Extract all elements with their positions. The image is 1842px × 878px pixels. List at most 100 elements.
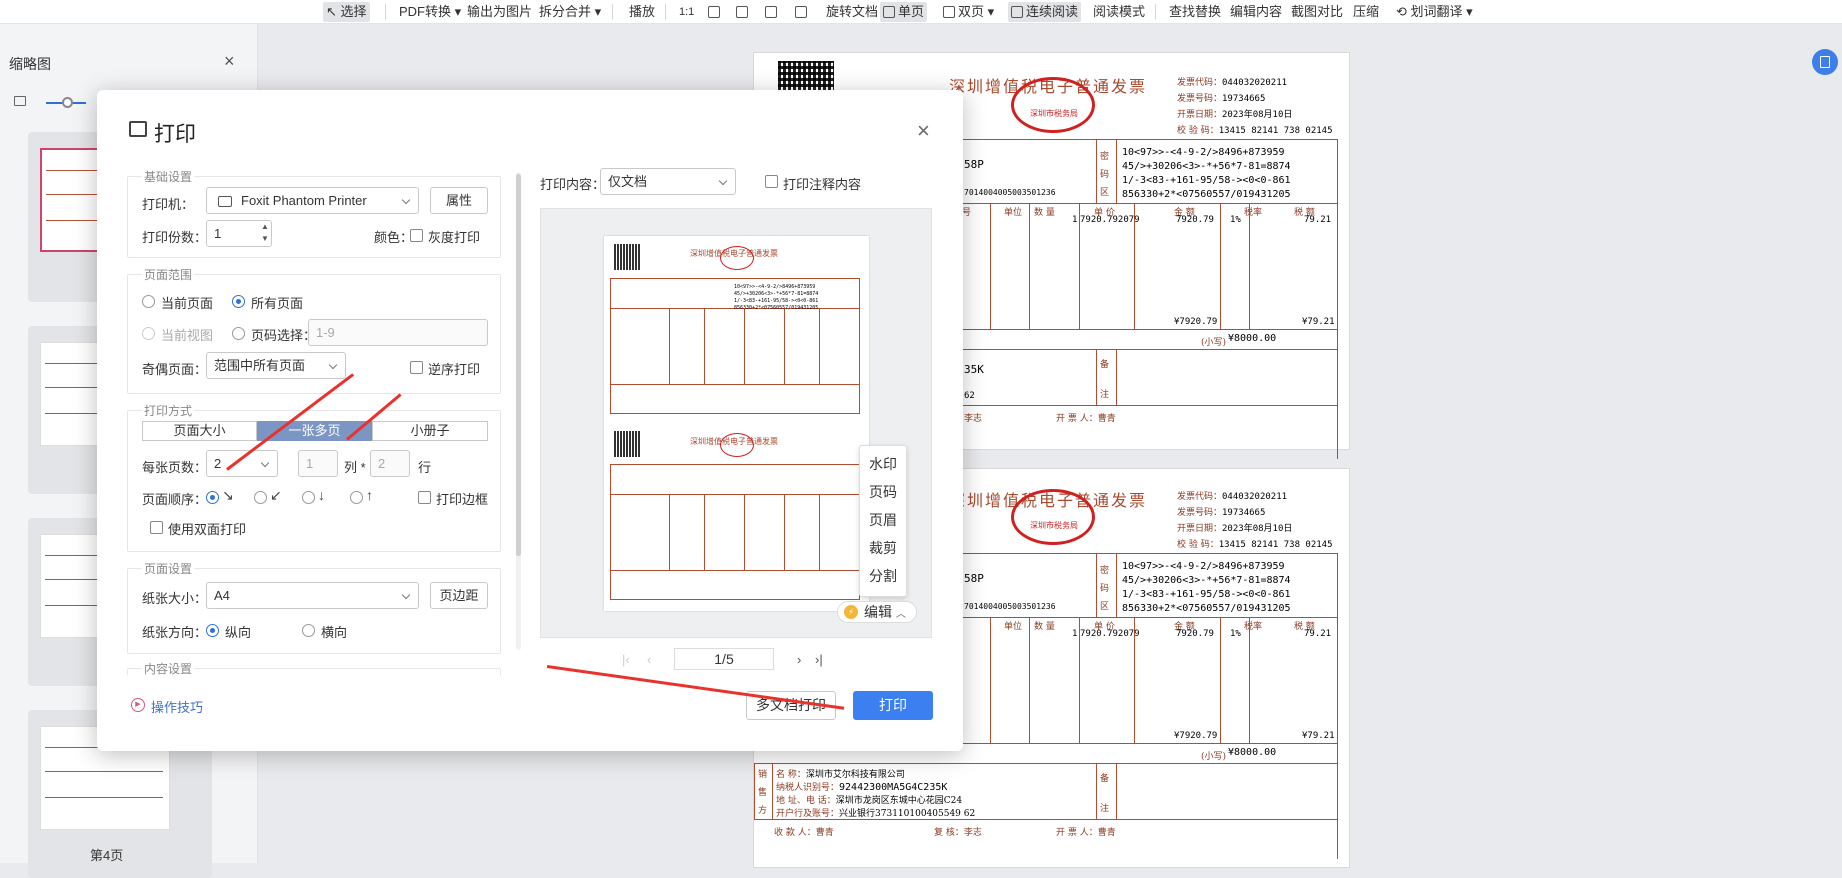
printer-select[interactable]: Foxit Phantom Printer: [206, 187, 419, 214]
single-page-button[interactable]: 单页: [880, 2, 928, 22]
find-replace-button[interactable]: 查找替换: [1166, 2, 1224, 22]
tab-page-size[interactable]: 页面大小: [142, 421, 257, 441]
top-toolbar: ↖ 选择 PDF转换 ▾ 输出为图片 拆分合并 ▾ 播放 1:1 旋转文档 单页…: [0, 0, 1842, 24]
basic-settings-group: 基础设置 打印机： Foxit Phantom Printer 属性 打印份数：…: [127, 168, 501, 258]
chevron-up-icon[interactable]: ▲: [261, 222, 269, 231]
paper-size-select[interactable]: A4: [206, 582, 419, 609]
toolbar-divider: [612, 4, 613, 20]
menu-item-split[interactable]: 分割: [860, 562, 906, 590]
actual-size-icon[interactable]: 1:1: [676, 2, 697, 22]
rotate-right-icon[interactable]: [792, 2, 813, 22]
duplex-checkbox[interactable]: [150, 521, 163, 534]
translate-button[interactable]: ⟲ 划词翻译 ▾: [1393, 2, 1476, 22]
all-pages-radio[interactable]: [232, 295, 245, 308]
dialog-title: 打印: [154, 123, 196, 146]
rows-input[interactable]: 2: [370, 450, 410, 477]
tax-seal: 深圳市税务局: [1011, 77, 1095, 133]
properties-button[interactable]: 属性: [430, 187, 488, 214]
qr-code: [614, 244, 640, 270]
select-tool-button[interactable]: ↖ 选择: [323, 2, 370, 22]
rotate-left-icon[interactable]: [762, 2, 783, 22]
tax-seal: 深圳市税务局: [1011, 489, 1095, 545]
odd-even-select[interactable]: 范围中所有页面: [206, 352, 346, 379]
print-annotations-checkbox[interactable]: [765, 175, 778, 188]
next-page-button[interactable]: ›: [797, 652, 801, 667]
screenshot-compare-button[interactable]: 截图对比: [1288, 2, 1346, 22]
close-icon[interactable]: ×: [917, 118, 930, 144]
page-indicator[interactable]: 1/5: [674, 648, 774, 670]
order-reverse-vertical-radio[interactable]: [350, 491, 363, 504]
play-icon[interactable]: ▶: [131, 698, 145, 712]
translate-icon: ⟲: [1396, 4, 1407, 19]
page-setup-group: 页面设置 纸张大小： A4 页边距 纸张方向： 纵向 横向: [127, 560, 501, 654]
menu-item-header[interactable]: 页眉: [860, 506, 906, 534]
zoom-slider-handle[interactable]: [62, 97, 73, 108]
printer-icon: [218, 196, 232, 207]
chevron-down-icon[interactable]: ▼: [261, 234, 269, 243]
print-mode-group: 打印方式 页面大小 一张多页 小册子 每张页数： 2 1 列 * 2 行 页面顺…: [127, 402, 501, 552]
split-merge-button[interactable]: 拆分合并 ▾: [536, 2, 604, 22]
tips-link[interactable]: 操作技巧: [151, 697, 203, 716]
single-page-icon: [883, 6, 895, 18]
page-select-radio[interactable]: [232, 327, 245, 340]
toolbar-divider: [665, 4, 666, 20]
reverse-n-order-icon: ↑: [366, 487, 373, 503]
document-icon: [1820, 56, 1830, 68]
invoice-check-label: 校 验 码：13415 82141 738 02145: [1177, 126, 1333, 136]
print-content-select[interactable]: 仅文档: [600, 168, 736, 195]
fit-page-icon[interactable]: [705, 2, 726, 22]
compress-button[interactable]: 压缩: [1350, 2, 1382, 22]
menu-item-page-number[interactable]: 页码: [860, 478, 906, 506]
qr-code: [778, 61, 834, 93]
tab-booklet[interactable]: 小册子: [372, 421, 488, 441]
pdf-convert-button[interactable]: PDF转换 ▾: [396, 2, 464, 22]
tax-seal: [720, 433, 754, 457]
read-mode-button[interactable]: 阅读模式: [1090, 2, 1148, 22]
prev-page-button[interactable]: ‹: [647, 652, 651, 667]
last-page-button[interactable]: ›|: [815, 652, 823, 667]
page-range-group: 页面范围 当前页面 所有页面 当前视图 页码选择： 1-9 奇偶页面： 范围中所…: [127, 266, 501, 394]
tax-seal: [720, 246, 754, 270]
menu-item-watermark[interactable]: 水印: [860, 450, 906, 478]
cipher-line: 856330+2*<07560557/019431205: [1122, 189, 1291, 200]
print-dialog: 打印 × 基础设置 打印机： Foxit Phantom Printer 属性 …: [97, 90, 963, 751]
play-button[interactable]: 播放: [626, 2, 658, 22]
pages-per-sheet-select[interactable]: 2: [206, 450, 278, 477]
edit-context-menu: 水印 页码 页眉 裁剪 分割: [859, 445, 907, 597]
invoice-table: [610, 464, 860, 600]
z-order-icon: ↘: [222, 487, 234, 503]
print-border-checkbox[interactable]: [418, 491, 431, 504]
close-icon[interactable]: ×: [224, 51, 235, 72]
fit-width-icon[interactable]: [733, 2, 754, 22]
portrait-radio[interactable]: [206, 624, 219, 637]
grayscale-checkbox[interactable]: [410, 229, 423, 242]
continuous-icon: [1011, 6, 1023, 18]
rotate-document-button[interactable]: 旋转文档: [823, 2, 881, 22]
first-page-button[interactable]: |‹: [622, 652, 630, 667]
page-range-input[interactable]: 1-9: [308, 319, 488, 346]
floating-tool-button[interactable]: [1812, 49, 1838, 75]
toolbar-divider: [1155, 4, 1156, 20]
invoice-code-label: 发票代码：044032020211: [1177, 78, 1288, 88]
continuous-read-button[interactable]: 连续阅读: [1008, 2, 1082, 22]
order-vertical-radio[interactable]: [302, 491, 315, 504]
order-horizontal-radio[interactable]: [206, 491, 219, 504]
margins-button[interactable]: 页边距: [430, 582, 488, 609]
print-button[interactable]: 打印: [853, 691, 933, 720]
edit-content-button[interactable]: 编辑内容: [1227, 2, 1285, 22]
columns-input[interactable]: 1: [298, 450, 338, 477]
preview-sheet: 深圳增值税电子普通发票 10<97>>-<4-9-2/>8496+873959 …: [604, 236, 869, 611]
image-icon[interactable]: [14, 96, 26, 106]
landscape-radio[interactable]: [302, 624, 315, 637]
export-image-button[interactable]: 输出为图片: [464, 2, 535, 22]
edit-button[interactable]: ⚡ 编辑 ︿: [837, 601, 917, 623]
current-page-radio[interactable]: [142, 295, 155, 308]
reverse-order-checkbox[interactable]: [410, 361, 423, 374]
annotation-arrow: [546, 665, 845, 710]
double-page-button[interactable]: 双页 ▾: [940, 2, 997, 22]
toolbar-divider: [385, 4, 386, 20]
menu-item-crop[interactable]: 裁剪: [860, 534, 906, 562]
current-view-radio[interactable]: [142, 327, 155, 340]
order-reverse-horizontal-radio[interactable]: [254, 491, 267, 504]
scrollbar-thumb[interactable]: [516, 174, 521, 556]
